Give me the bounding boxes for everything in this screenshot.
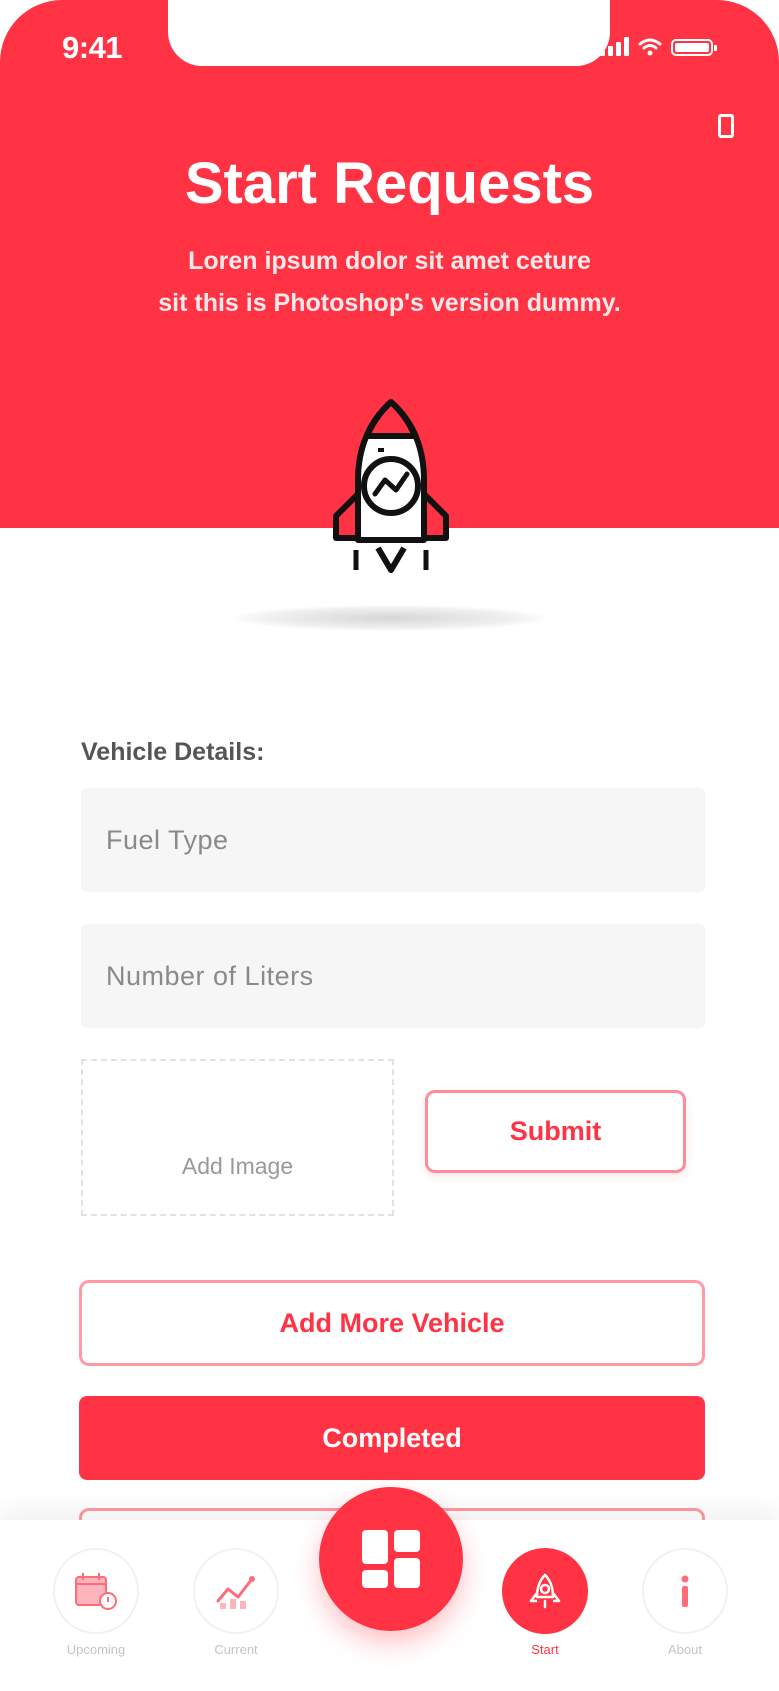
completed-button[interactable]: Completed — [79, 1396, 705, 1480]
info-icon — [681, 1575, 689, 1607]
rocket-shadow — [232, 605, 548, 631]
tab-upcoming[interactable]: Upcoming — [46, 1548, 146, 1657]
tab-start[interactable]: Start — [495, 1548, 595, 1657]
cellular-signal-icon — [600, 36, 629, 56]
app-screen: 9:41 Start Requests Loren ipsum dolor si… — [0, 0, 779, 1691]
subtitle-line-2: sit this is Photoshop's version dummy. — [158, 289, 621, 317]
add-more-vehicle-button[interactable]: Add More Vehicle — [79, 1280, 705, 1366]
tab-upcoming-circle — [53, 1548, 139, 1634]
dashboard-grid-icon — [362, 1530, 420, 1588]
battery-icon — [671, 39, 717, 56]
rocket-illustration-icon — [333, 399, 449, 573]
device-icon[interactable] — [718, 114, 734, 138]
calendar-icon — [75, 1573, 117, 1610]
submit-button[interactable]: Submit — [425, 1090, 686, 1173]
tab-start-circle — [502, 1548, 588, 1634]
page-subtitle: Loren ipsum dolor sit amet ceture sit th… — [0, 240, 779, 324]
fuel-type-field[interactable]: Fuel Type — [81, 788, 705, 892]
device-notch — [168, 0, 610, 66]
tab-start-label: Start — [531, 1642, 559, 1657]
tab-about-circle — [642, 1548, 728, 1634]
subtitle-line-1: Loren ipsum dolor sit amet ceture — [188, 247, 591, 275]
chart-icon — [216, 1576, 255, 1609]
dashboard-fab-button[interactable] — [319, 1487, 463, 1631]
number-of-liters-field[interactable]: Number of Liters — [81, 924, 705, 1028]
tab-current-circle — [193, 1548, 279, 1634]
wifi-icon — [638, 38, 662, 56]
add-image-dropzone[interactable]: Add Image — [81, 1059, 394, 1216]
page-title: Start Requests — [184, 151, 595, 216]
tab-current[interactable]: Current — [186, 1548, 286, 1657]
rocket-icon — [529, 1573, 561, 1609]
add-image-label: Add Image — [181, 1153, 294, 1179]
tab-current-label: Current — [214, 1642, 258, 1657]
vehicle-details-label: Vehicle Details: — [81, 738, 265, 766]
tab-about[interactable]: About — [635, 1548, 735, 1657]
tab-about-label: About — [668, 1642, 702, 1657]
status-icons — [600, 36, 717, 56]
status-time: 9:41 — [62, 30, 123, 65]
tab-upcoming-label: Upcoming — [66, 1642, 126, 1657]
